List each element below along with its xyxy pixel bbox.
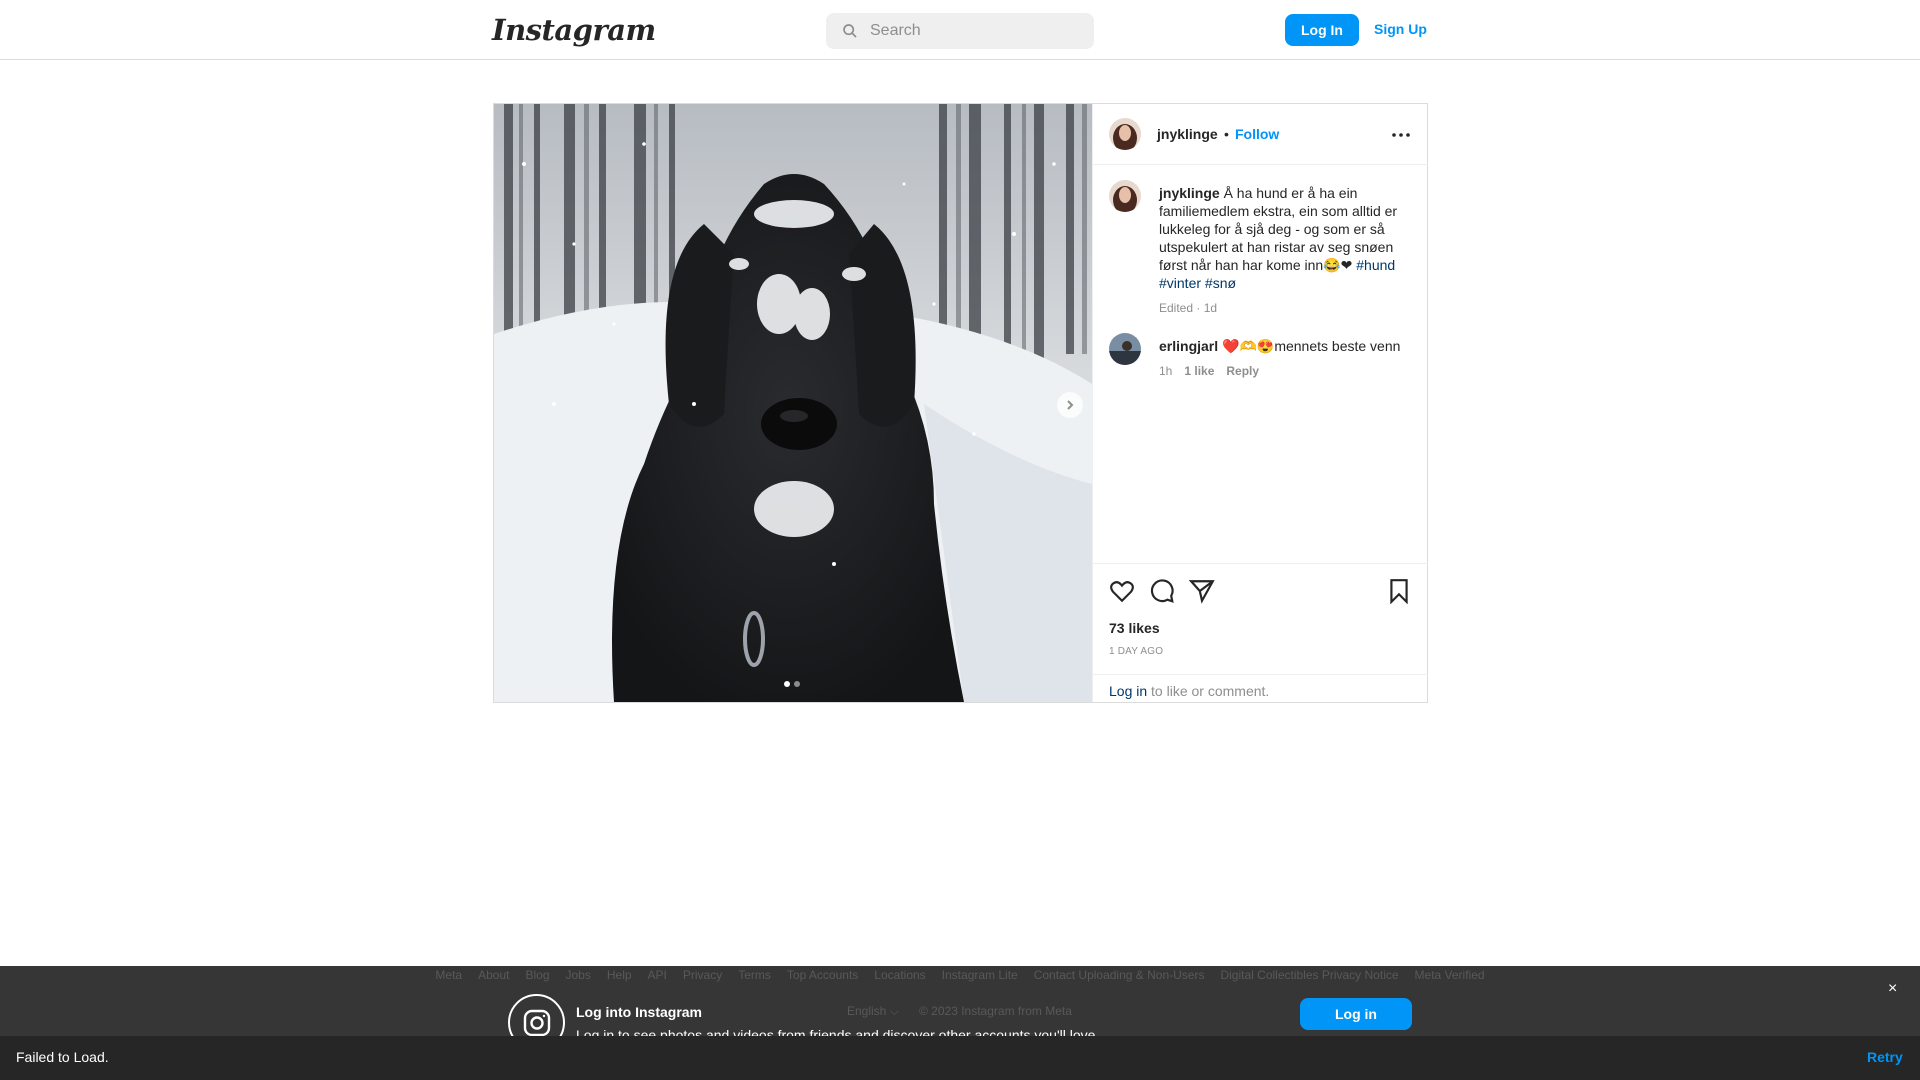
post-media[interactable] [494,104,1092,702]
post-caption: jnyklinge Å ha hund er å ha ein familiem… [1159,184,1404,317]
more-options-icon[interactable] [1391,130,1411,140]
post-card: jnyklinge • Follow jnyklinge Å ha hund e… [493,103,1428,703]
search-icon [843,24,857,38]
comment-icon[interactable] [1149,578,1175,604]
post-header: jnyklinge • Follow [1093,104,1428,165]
comment-meta: 1h 1 like Reply [1159,362,1404,380]
error-snackbar: Failed to Load. Retry [0,1036,1920,1080]
comment-text: ❤️🫶😍mennets beste venn [1222,338,1401,354]
footer-link[interactable]: Terms [738,968,771,982]
login-suffix: to like or comment. [1147,683,1270,699]
footer-link[interactable]: Blog [525,968,549,982]
hashtag-link[interactable]: #hund [1356,257,1395,273]
footer-link[interactable]: Privacy [683,968,722,982]
footer-link[interactable]: Digital Collectibles Privacy Notice [1220,968,1398,982]
footer-links: Meta About Blog Jobs Help API Privacy Te… [0,968,1920,982]
author-avatar[interactable] [1109,118,1141,150]
language-selector[interactable]: English ⌵ [847,1004,899,1019]
banner-log-in-button[interactable]: Log in [1300,998,1412,1030]
top-navigation-bar: Instagram Log In Sign Up [0,0,1920,60]
post-sidebar: jnyklinge • Follow jnyklinge Å ha hund e… [1092,104,1428,702]
comments-section: jnyklinge Å ha hund er å ha ein familiem… [1093,166,1428,563]
bookmark-icon[interactable] [1386,578,1412,604]
footer-link[interactable]: Contact Uploading & Non-Users [1034,968,1205,982]
hashtag-link[interactable]: #vinter [1159,275,1201,291]
footer-link[interactable]: Meta [435,968,462,982]
chevron-right-icon [1067,400,1074,410]
post-timestamp: 1 DAY AGO [1109,646,1164,657]
commenter-username[interactable]: erlingjarl [1159,338,1218,354]
post-actions: 73 likes 1 DAY AGO [1093,563,1428,674]
login-prompt-title: Log into Instagram [576,1004,702,1020]
caption-username[interactable]: jnyklinge [1159,185,1220,201]
instagram-logo[interactable]: Instagram [492,12,656,48]
reply-button[interactable]: Reply [1226,362,1259,380]
separator-dot: • [1224,126,1229,142]
share-icon[interactable] [1189,578,1215,604]
search-input[interactable] [870,22,1090,40]
heart-icon[interactable] [1109,578,1135,604]
sign-up-link[interactable]: Sign Up [1374,21,1427,37]
footer-link[interactable]: Instagram Lite [942,968,1018,982]
footer-link[interactable]: Locations [874,968,925,982]
footer-link[interactable]: API [648,968,667,982]
commenter-avatar[interactable] [1109,333,1141,365]
caption-author-avatar[interactable] [1109,180,1141,212]
carousel-dot-active [784,681,790,687]
footer-link[interactable]: About [478,968,509,982]
error-message: Failed to Load. [16,1049,109,1065]
carousel-dot [794,681,800,687]
copyright: © 2023 Instagram from Meta [919,1004,1072,1018]
author-username[interactable]: jnyklinge [1157,126,1218,142]
close-icon[interactable]: × [1888,980,1897,998]
footer-link[interactable]: Help [607,968,632,982]
retry-button[interactable]: Retry [1867,1049,1903,1065]
footer-link[interactable]: Meta Verified [1415,968,1485,982]
log-in-button[interactable]: Log In [1285,14,1359,46]
caption-meta: Edited · 1d [1159,301,1218,315]
footer-link[interactable]: Top Accounts [787,968,858,982]
search-box[interactable] [826,13,1094,49]
dog-in-snow-photo [494,104,1092,702]
login-to-interact: Log in to like or comment. [1093,674,1428,702]
hashtag-link[interactable]: #snø [1205,275,1236,291]
comment-likes[interactable]: 1 like [1184,362,1214,380]
login-link[interactable]: Log in [1109,683,1147,699]
carousel-indicator [784,681,800,687]
footer-link[interactable]: Jobs [566,968,591,982]
next-media-button[interactable] [1057,392,1083,418]
likes-count[interactable]: 73 likes [1109,620,1160,636]
follow-button[interactable]: Follow [1235,126,1279,142]
comment-time: 1h [1159,364,1173,378]
comment-item: erlingjarl ❤️🫶😍mennets beste venn 1h 1 l… [1159,337,1404,380]
